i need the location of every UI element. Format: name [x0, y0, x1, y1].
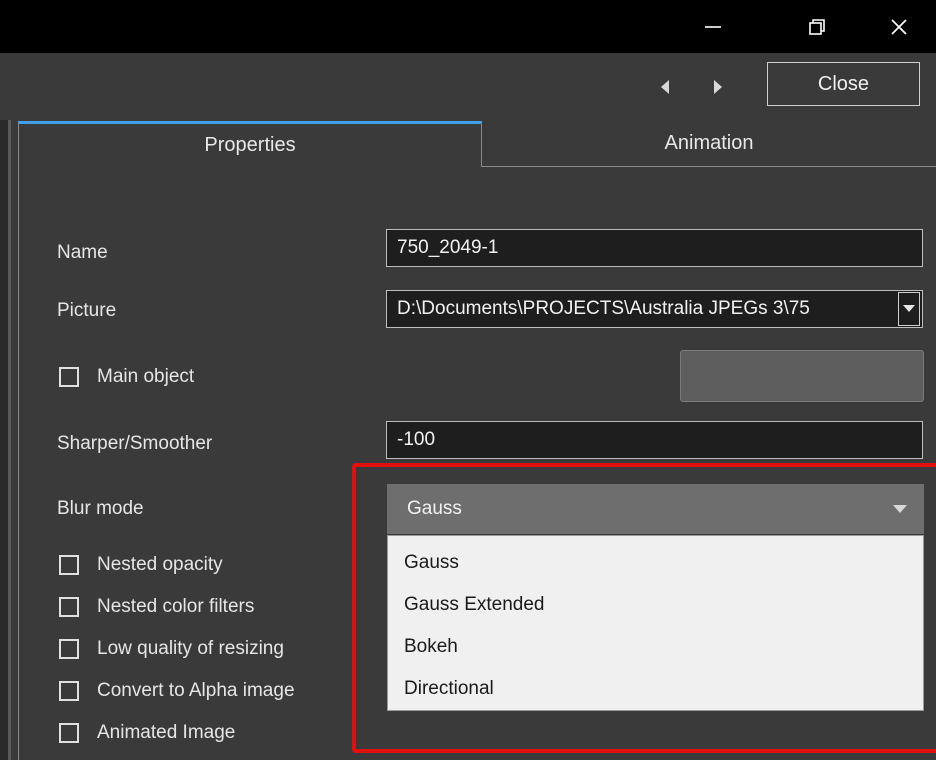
blur-mode-label: Blur mode — [57, 498, 144, 519]
window-close-button[interactable] — [876, 0, 922, 53]
left-edge — [0, 120, 8, 760]
main-object-checkbox[interactable] — [59, 367, 79, 387]
picture-path: D:\Documents\PROJECTS\Australia JPEGs 3\… — [397, 298, 810, 319]
animated-image-label: Animated Image — [97, 722, 236, 743]
restore-icon — [809, 18, 825, 35]
restore-button[interactable] — [794, 0, 840, 53]
chevron-down-icon — [903, 305, 915, 312]
picture-label: Picture — [57, 300, 117, 321]
name-label: Name — [57, 242, 108, 263]
close-icon — [891, 18, 907, 35]
sharper-smoother-field[interactable]: -100 — [386, 421, 923, 459]
tab-properties[interactable]: Properties — [18, 121, 482, 167]
convert-alpha-image-row[interactable]: Convert to Alpha image — [57, 680, 295, 702]
minimize-button[interactable] — [690, 0, 736, 53]
nested-color-filters-row[interactable]: Nested color filters — [57, 596, 254, 618]
left-scroll-edge — [8, 120, 11, 760]
low-quality-resizing-checkbox[interactable] — [59, 639, 79, 659]
panel-border — [18, 166, 19, 760]
animated-image-checkbox[interactable] — [59, 723, 79, 743]
highlight-box — [352, 463, 936, 753]
nested-opacity-row[interactable]: Nested opacity — [57, 554, 223, 576]
nested-color-filters-label: Nested color filters — [97, 596, 255, 617]
main-object-checkbox-row[interactable]: Main object — [57, 366, 194, 388]
convert-alpha-image-checkbox[interactable] — [59, 681, 79, 701]
animated-image-row[interactable]: Animated Image — [57, 722, 235, 744]
minimize-icon — [705, 25, 721, 28]
sharper-smoother-label: Sharper/Smoother — [57, 433, 213, 454]
picture-field[interactable]: D:\Documents\PROJECTS\Australia JPEGs 3\… — [386, 290, 923, 328]
nested-color-filters-checkbox[interactable] — [59, 597, 79, 617]
tab-animation-label: Animation — [664, 132, 754, 154]
title-bar — [0, 0, 936, 53]
tab-animation[interactable]: Animation — [482, 121, 936, 167]
low-quality-resizing-label: Low quality of resizing — [97, 638, 284, 659]
convert-alpha-image-label: Convert to Alpha image — [97, 680, 295, 701]
previous-arrow-icon[interactable] — [661, 80, 669, 94]
next-arrow-icon[interactable] — [714, 80, 722, 94]
tab-properties-label: Properties — [204, 134, 296, 156]
name-field[interactable]: 750_2049-1 — [386, 229, 923, 267]
close-button[interactable]: Close — [767, 62, 920, 106]
nested-opacity-label: Nested opacity — [97, 554, 223, 575]
main-object-button[interactable] — [680, 350, 924, 402]
main-object-label: Main object — [97, 366, 195, 387]
picture-dropdown-button[interactable] — [898, 292, 920, 326]
low-quality-resizing-row[interactable]: Low quality of resizing — [57, 638, 284, 660]
nested-opacity-checkbox[interactable] — [59, 555, 79, 575]
